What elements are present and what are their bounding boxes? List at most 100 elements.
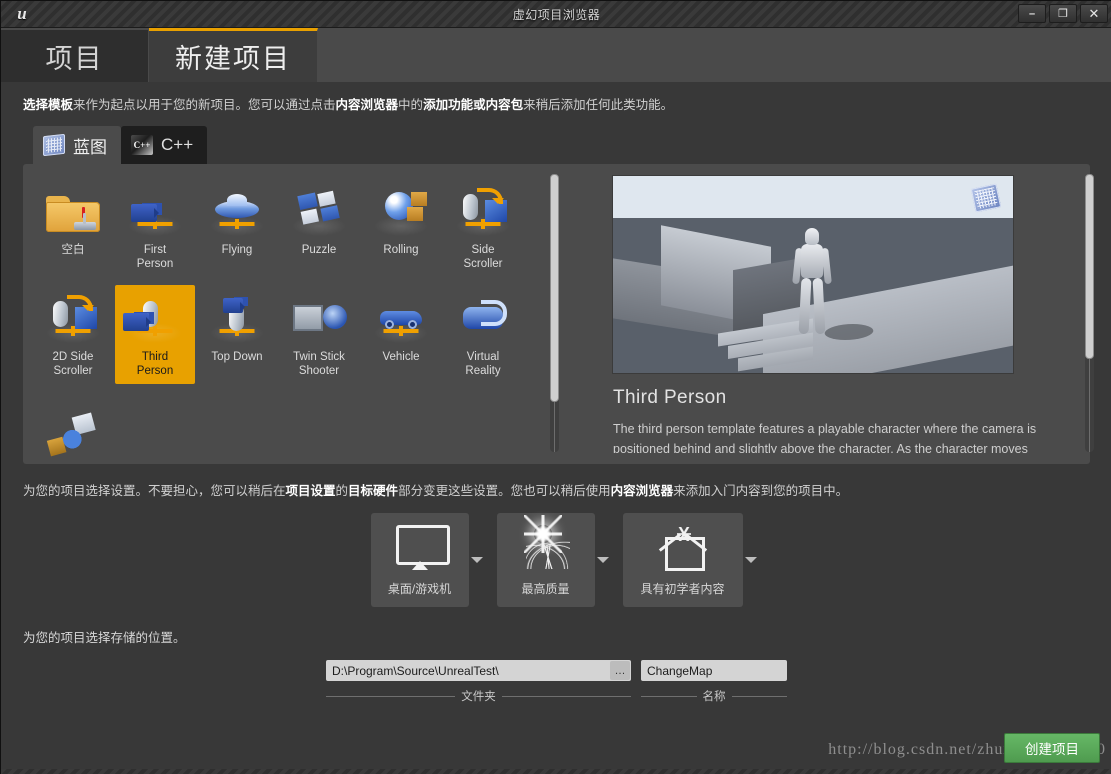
- folder-caption-label: 文件夹: [461, 691, 496, 703]
- first-person-icon: [123, 182, 187, 238]
- tab-new-project[interactable]: 新建项目: [149, 28, 318, 82]
- template-label: Puzzle: [301, 244, 337, 256]
- template-label: Twin Stick Shooter: [293, 351, 345, 377]
- top-down-icon: [205, 289, 269, 345]
- rolling-icon: [369, 182, 433, 238]
- footer-stripes: [1, 769, 1111, 774]
- template-flying[interactable]: Flying: [197, 178, 277, 277]
- template-scrollbar[interactable]: [550, 174, 559, 452]
- hint-text-4: 中的: [398, 98, 424, 112]
- location-hint: 为您的项目选择存储的位置。: [23, 631, 186, 645]
- main-tab-bar: 项目 新建项目: [1, 28, 1111, 82]
- window-title: 虚幻项目浏览器: [512, 7, 601, 22]
- setting-target-hardware[interactable]: 桌面/游戏机: [370, 513, 483, 607]
- project-name-input[interactable]: ChangeMap: [641, 660, 787, 681]
- template-puzzle[interactable]: Puzzle: [279, 178, 359, 277]
- template-scrollbar-thumb[interactable]: [550, 174, 559, 402]
- chevron-down-icon[interactable]: [744, 557, 757, 569]
- settings-hint-2: 项目设置: [285, 484, 336, 498]
- monitor-icon: [390, 525, 450, 571]
- template-panel: 空白 First Person Flying Puzzle Rolling Si…: [23, 164, 1094, 464]
- chevron-down-icon[interactable]: [470, 557, 483, 569]
- cpp-icon: C++: [131, 135, 153, 155]
- setting-starter-content[interactable]: 具有初学者内容: [622, 513, 757, 607]
- side-scroller-icon: [451, 182, 515, 238]
- setting-label: 桌面/游戏机: [387, 582, 452, 596]
- chevron-down-icon[interactable]: [596, 557, 609, 569]
- third-person-icon: [123, 289, 187, 345]
- partial-template-icon: [41, 396, 105, 464]
- twin-stick-shooter-icon: [287, 289, 351, 345]
- template-top-down[interactable]: Top Down: [197, 285, 277, 384]
- project-browser-window: u 虚幻项目浏览器 – ❐ ✕ 项目 新建项目 选择模板来作为起点以用于您的新项…: [0, 0, 1111, 774]
- starter-content-box-icon: [653, 525, 713, 571]
- setting-label: 具有初学者内容: [640, 582, 725, 596]
- settings-hint-6: 内容浏览器: [610, 484, 674, 498]
- folder-group: D:\Program\Source\UnrealTest\ … 文件夹: [326, 660, 631, 704]
- settings-hint-7: 来添加入门内容到您的项目中。: [673, 484, 849, 498]
- template-label: 空白: [61, 244, 85, 256]
- template-label: First Person: [136, 244, 174, 270]
- body: 选择模板来作为起点以用于您的新项目。您可以通过点击内容浏览器中的添加功能或内容包…: [1, 82, 1111, 774]
- setting-quality[interactable]: 最高质量: [496, 513, 609, 607]
- settings-hint-5: 部分变更这些设置。您也可以稍后使用: [398, 484, 611, 498]
- template-virtual-reality[interactable]: Virtual Reality: [443, 285, 523, 384]
- template-partial-next-row[interactable]: [33, 392, 113, 464]
- settings-hint-3: 的: [335, 484, 349, 498]
- template-label: Third Person: [136, 351, 174, 377]
- name-caption: 名称: [641, 688, 787, 704]
- project-name-value: ChangeMap: [647, 663, 713, 678]
- template-label: Side Scroller: [463, 244, 503, 270]
- settings-hint: 为您的项目选择设置。不要担心，您可以稍后在项目设置的目标硬件部分变更这些设置。您…: [1, 464, 1111, 499]
- minimize-button[interactable]: –: [1018, 4, 1046, 23]
- name-group: ChangeMap 名称: [641, 660, 787, 704]
- tab-cpp-label: C++: [161, 135, 194, 154]
- template-grid: 空白 First Person Flying Puzzle Rolling Si…: [31, 174, 535, 464]
- vehicle-icon: [369, 289, 433, 345]
- preview-scrollbar[interactable]: [1085, 174, 1094, 452]
- create-project-button[interactable]: 创建项目: [1004, 733, 1100, 763]
- flying-icon: [205, 182, 269, 238]
- preview-scrollbar-thumb[interactable]: [1085, 174, 1094, 359]
- tab-projects[interactable]: 项目: [1, 30, 149, 82]
- blueprint-icon: [43, 133, 65, 157]
- hint-bold-1: 选择模板: [23, 98, 74, 112]
- template-label: Virtual Reality: [465, 351, 501, 377]
- window-controls: – ❐ ✕: [1018, 4, 1108, 23]
- language-tab-bar: 蓝图 C++ C++: [33, 126, 1111, 164]
- puzzle-icon: [287, 182, 351, 238]
- name-caption-label: 名称: [702, 691, 726, 703]
- template-first-person[interactable]: First Person: [115, 178, 195, 277]
- browse-folder-button[interactable]: …: [610, 661, 630, 680]
- hint-bold-3: 内容浏览器: [335, 98, 399, 112]
- template-rolling[interactable]: Rolling: [361, 178, 441, 277]
- settings-hint-4: 目标硬件: [348, 484, 399, 498]
- template-preview: Third Person The third person template f…: [591, 164, 1111, 464]
- close-button[interactable]: ✕: [1080, 4, 1108, 23]
- template-twin-stick-shooter[interactable]: Twin Stick Shooter: [279, 285, 359, 384]
- hint-bold-5: 添加功能或内容包: [423, 98, 524, 112]
- folder-input[interactable]: D:\Program\Source\UnrealTest\ …: [326, 660, 631, 681]
- blank-folder-icon: [41, 182, 105, 238]
- hint-text-2: 来作为起点以用于您的新项目。您可以通过点击: [73, 98, 336, 112]
- tab-blueprint[interactable]: 蓝图: [33, 126, 121, 164]
- folder-input-value: D:\Program\Source\UnrealTest\: [332, 663, 499, 678]
- tab-blueprint-label: 蓝图: [73, 137, 107, 157]
- virtual-reality-icon: [451, 289, 515, 345]
- template-2d-side-scroller[interactable]: 2D Side Scroller: [33, 285, 113, 384]
- path-row: D:\Program\Source\UnrealTest\ … 文件夹 Chan…: [1, 660, 1111, 704]
- template-vehicle[interactable]: Vehicle: [361, 285, 441, 384]
- settings-hint-1: 为您的项目选择设置。不要担心，您可以稍后在: [23, 484, 286, 498]
- setting-label: 最高质量: [521, 582, 570, 596]
- template-side-scroller[interactable]: Side Scroller: [443, 178, 523, 277]
- tab-cpp[interactable]: C++ C++: [121, 126, 208, 164]
- preview-title: Third Person: [613, 387, 727, 408]
- folder-caption: 文件夹: [326, 688, 631, 704]
- footer: http://blog.csdn.net/zhuxiaoyang2000 创建项…: [1, 729, 1111, 774]
- template-blank[interactable]: 空白: [33, 178, 113, 277]
- settings-row: 桌面/游戏机 最高质量 具有初学者内容: [1, 513, 1111, 607]
- template-label: Vehicle: [382, 351, 420, 363]
- quality-sun-grass-icon: [516, 515, 576, 571]
- template-third-person[interactable]: Third Person: [115, 285, 195, 384]
- maximize-button[interactable]: ❐: [1049, 4, 1077, 23]
